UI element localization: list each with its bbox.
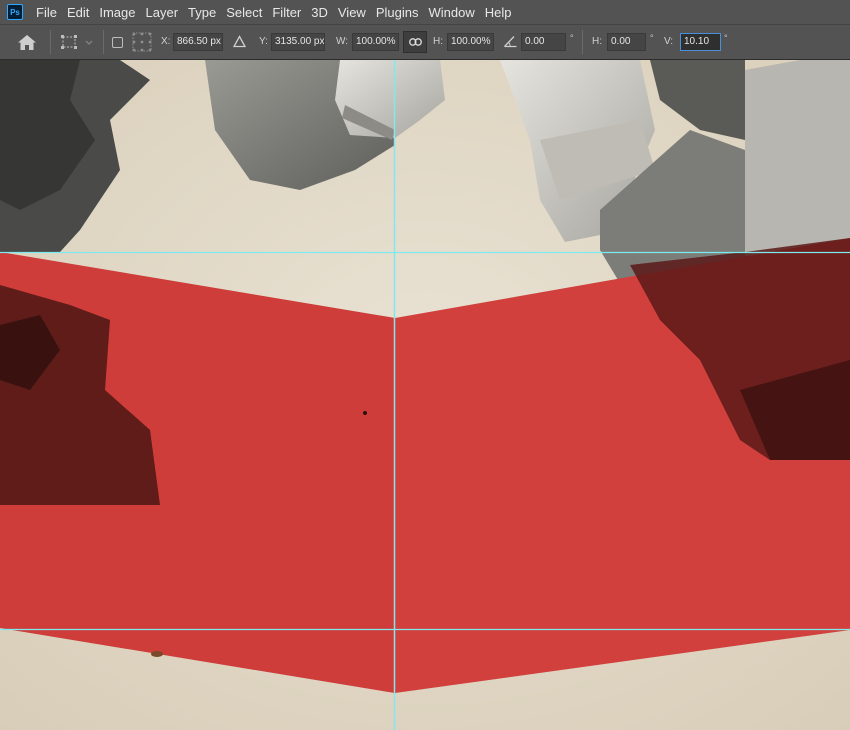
menu-view[interactable]: View xyxy=(333,5,371,20)
hskew-degree-symbol: ° xyxy=(650,33,654,43)
horizontal-skew-field[interactable]: 0.00 xyxy=(607,33,646,51)
width-field[interactable]: 100.00% xyxy=(352,33,399,51)
menu-select[interactable]: Select xyxy=(221,5,267,20)
w-label: W: xyxy=(336,36,349,47)
angle-icon[interactable] xyxy=(503,34,518,48)
reference-point-icon[interactable] xyxy=(131,31,153,53)
menu-3d[interactable]: 3D xyxy=(306,5,333,20)
menu-file[interactable]: File xyxy=(31,5,62,20)
paper-stain xyxy=(151,651,163,657)
delta-icon[interactable] xyxy=(233,35,246,48)
rotation-angle-field[interactable]: 0.00 xyxy=(521,33,566,51)
menu-window[interactable]: Window xyxy=(423,5,479,20)
menu-plugins[interactable]: Plugins xyxy=(371,5,424,20)
x-position-field[interactable]: 866.50 px xyxy=(173,33,223,51)
vertical-skew-label: V: xyxy=(664,36,674,47)
vskew-degree-symbol: ° xyxy=(724,33,728,43)
y-label: Y: xyxy=(259,36,268,47)
canvas-artwork xyxy=(0,60,850,730)
menu-filter[interactable]: Filter xyxy=(267,5,306,20)
separator xyxy=(103,30,104,54)
options-bar: X: 866.50 px Y: 3135.00 px W: 100.00% H:… xyxy=(0,24,850,60)
document-canvas[interactable] xyxy=(0,60,850,730)
h-label: H: xyxy=(433,36,443,47)
menu-layer[interactable]: Layer xyxy=(141,5,184,20)
angle-degree-symbol: ° xyxy=(570,33,574,43)
boxer-torso-right xyxy=(745,60,850,270)
transform-selection-icon[interactable] xyxy=(60,34,94,51)
menu-image[interactable]: Image xyxy=(94,5,140,20)
menu-edit[interactable]: Edit xyxy=(62,5,94,20)
y-position-field[interactable]: 3135.00 px xyxy=(271,33,325,51)
height-field[interactable]: 100.00% xyxy=(447,33,494,51)
menu-help[interactable]: Help xyxy=(480,5,517,20)
x-label: X: xyxy=(161,36,171,47)
menu-bar: Ps File Edit Image Layer Type Select Fil… xyxy=(0,0,850,24)
menu-type[interactable]: Type xyxy=(183,5,221,20)
home-icon[interactable] xyxy=(17,34,37,51)
link-toggle[interactable] xyxy=(403,31,427,53)
reference-point-checkbox[interactable] xyxy=(112,37,123,48)
paper-speck xyxy=(363,411,367,415)
horizontal-skew-label: H: xyxy=(592,36,602,47)
separator xyxy=(582,30,583,54)
link-icon xyxy=(409,38,422,46)
photoshop-logo-icon[interactable]: Ps xyxy=(7,4,23,20)
separator xyxy=(50,30,51,54)
vertical-skew-field[interactable]: 10.10 xyxy=(680,33,721,51)
